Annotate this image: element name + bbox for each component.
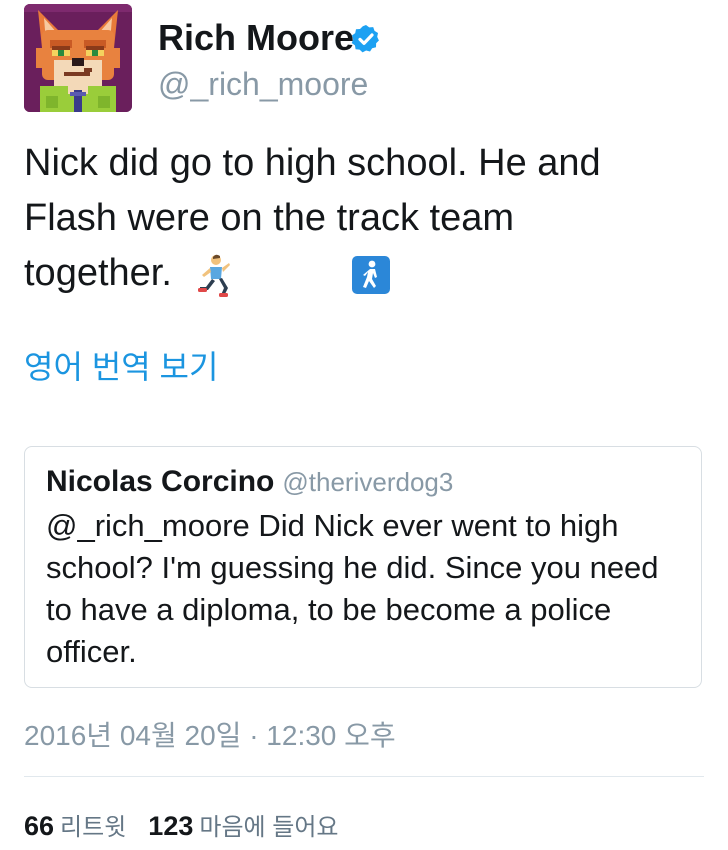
retweets-label: 리트윗 bbox=[60, 814, 127, 841]
runner-emoji-icon bbox=[197, 254, 230, 297]
retweets-stat[interactable]: 66 리트윗 bbox=[24, 811, 126, 841]
tweet-text-line-last: together. bbox=[24, 246, 704, 301]
tweet-text-line: Nick did go to high school. He and bbox=[24, 142, 601, 184]
likes-count: 123 bbox=[148, 811, 194, 841]
divider bbox=[24, 776, 704, 777]
fox-avatar-icon bbox=[24, 4, 132, 112]
quoted-tweet-line: officer. bbox=[46, 634, 137, 669]
quoted-tweet-card[interactable]: Nicolas Corcino @theriverdog3 @_rich_moor… bbox=[24, 446, 702, 688]
verified-badge-icon bbox=[351, 25, 379, 53]
likes-stat[interactable]: 123 마음에 들어요 bbox=[148, 811, 338, 841]
display-name[interactable]: Rich Moore bbox=[158, 16, 354, 60]
author-handle[interactable]: @_rich_moore bbox=[158, 64, 368, 104]
quoted-tweet-text: @_rich_moore Did Nick ever went to high … bbox=[46, 505, 686, 673]
tweet-text-line: Flash were on the track team bbox=[24, 197, 514, 239]
tweet-text: Nick did go to high school. He and Flash… bbox=[24, 136, 704, 301]
quoted-tweet-author: Nicolas Corcino @theriverdog3 bbox=[46, 463, 453, 506]
tweet-timestamp: 2016년 04월 20일 · 12:30 오후 bbox=[24, 720, 396, 751]
quoted-author-handle: @theriverdog3 bbox=[282, 467, 454, 497]
quoted-tweet-line: school? I'm guessing he did. Since you n… bbox=[46, 550, 659, 585]
quoted-tweet-line: to have a diploma, to be become a police bbox=[46, 592, 612, 627]
retweets-count: 66 bbox=[24, 811, 55, 841]
tweet-text-line-content: together. bbox=[24, 252, 172, 294]
translate-link[interactable]: 영어 번역 보기 bbox=[24, 347, 218, 387]
quoted-tweet-line: @_rich_moore Did Nick ever went to high bbox=[46, 508, 619, 543]
pedestrian-emoji-icon bbox=[351, 255, 390, 294]
likes-label: 마음에 들어요 bbox=[199, 814, 339, 841]
tweet-stats: 66 리트윗 123 마음에 들어요 bbox=[24, 808, 339, 849]
quoted-author-name: Nicolas Corcino bbox=[46, 465, 275, 498]
avatar[interactable] bbox=[24, 4, 132, 112]
